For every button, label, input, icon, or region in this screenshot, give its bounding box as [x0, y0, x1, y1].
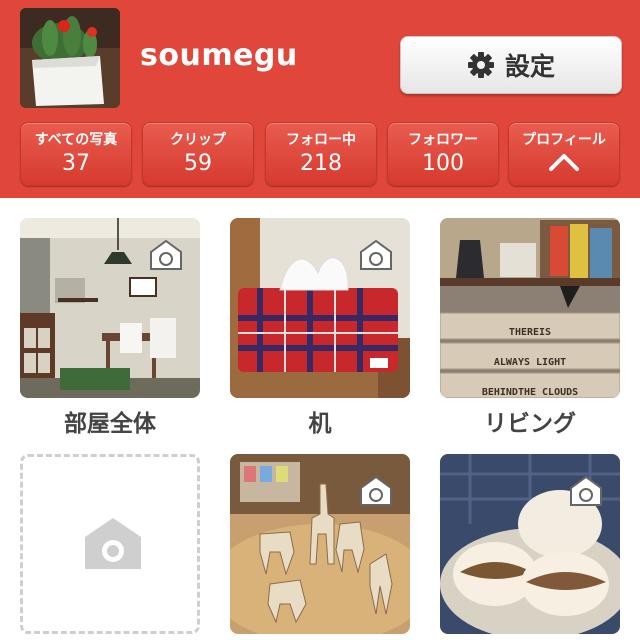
stat-label: フォロワー — [408, 132, 478, 148]
settings-label: 設定 — [504, 52, 555, 81]
stats-bar: すべての写真 37 クリップ 59 フォロー中 218 フォロワー 100 プロ… — [20, 122, 620, 186]
room-photo-tile[interactable] — [20, 218, 200, 398]
stat-value: 100 — [422, 151, 464, 176]
cactus-avatar-image — [20, 8, 120, 108]
sign-line: THEREIS — [508, 327, 552, 338]
room-photo-tile[interactable] — [230, 218, 410, 398]
stat-label: フォロー中 — [286, 132, 356, 148]
username: soumegu — [140, 38, 298, 73]
stat-clips[interactable]: クリップ 59 — [142, 122, 254, 186]
avatar[interactable] — [20, 8, 120, 108]
sign-line: BEHINDTHE CLOUDS — [481, 387, 579, 398]
settings-button[interactable]: 設定 — [400, 36, 622, 94]
decor-sign: THEREIS ALWAYS LIGHT BEHINDTHE CLOUDS — [440, 318, 620, 398]
room-photo-tile[interactable] — [440, 454, 620, 634]
sign-line: ALWAYS LIGHT — [493, 357, 567, 368]
profile-header: soumegu 設定 すべての写真 37 クリップ 59 フォロー中 218 フ… — [0, 0, 640, 198]
gear-icon — [467, 52, 494, 78]
stat-following[interactable]: フォロー中 218 — [265, 122, 377, 186]
camera-house-icon — [360, 239, 392, 270]
stat-value: 218 — [300, 151, 342, 176]
stat-profile-toggle[interactable]: プロフィール — [508, 122, 620, 186]
stat-value: 59 — [184, 151, 212, 176]
stat-followers[interactable]: フォロワー 100 — [387, 122, 499, 186]
room-caption: 机 — [308, 411, 332, 437]
camera-house-icon — [360, 475, 392, 506]
empty-room-placeholder[interactable] — [20, 454, 200, 634]
room-caption: 部屋全体 — [64, 411, 156, 437]
stat-label: すべての写真 — [34, 132, 118, 148]
room-photo-tile[interactable] — [230, 454, 410, 634]
camera-house-icon — [150, 239, 182, 270]
chevron-up-icon — [549, 154, 579, 171]
stat-value: 37 — [62, 151, 90, 176]
room-caption: リビング — [484, 411, 576, 437]
camera-house-icon — [570, 475, 602, 506]
stat-label: プロフィール — [522, 132, 606, 148]
stat-all-photos[interactable]: すべての写真 37 — [20, 122, 132, 186]
camera-house-icon — [85, 518, 141, 569]
room-grid: 部屋全体 机 THEREIS ALWAYS LIGHT BEHINDTHE CL… — [0, 198, 640, 640]
stat-label: クリップ — [170, 132, 226, 148]
room-photo-tile[interactable]: THEREIS ALWAYS LIGHT BEHINDTHE CLOUDS — [440, 218, 620, 398]
